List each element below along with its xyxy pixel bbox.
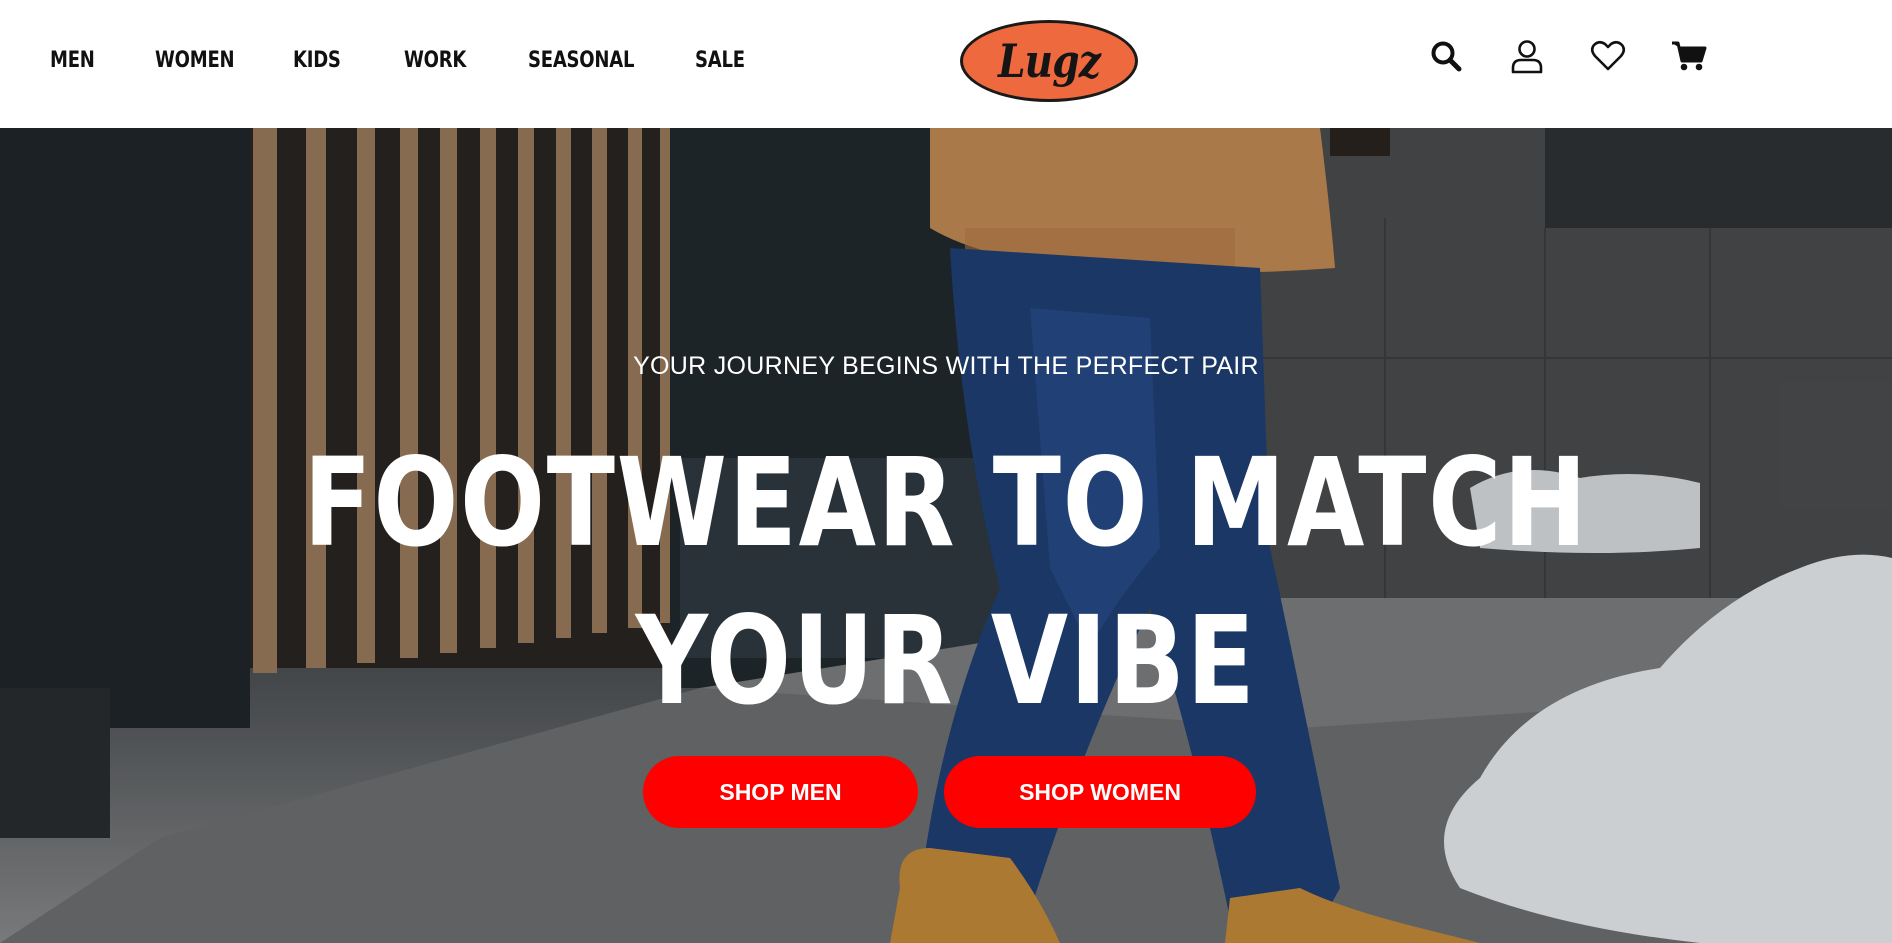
nav-item-work[interactable]: WORK — [404, 48, 480, 73]
nav-item-seasonal[interactable]: SEASONAL — [528, 48, 658, 73]
hero-content: YOUR JOURNEY BEGINS WITH THE PERFECT PAI… — [0, 128, 1892, 943]
nav-link-women[interactable]: WOMEN — [155, 48, 235, 73]
nav-item-kids[interactable]: KIDS — [293, 48, 351, 73]
brand-logo-text: Lugz — [997, 34, 1101, 88]
cart-icon[interactable] — [1669, 36, 1709, 76]
nav-item-sale[interactable]: SALE — [695, 48, 756, 73]
search-icon[interactable] — [1426, 36, 1466, 76]
hero-tagline: YOUR JOURNEY BEGINS WITH THE PERFECT PAI… — [633, 352, 1259, 380]
account-icon[interactable] — [1507, 36, 1547, 76]
nav-link-kids[interactable]: KIDS — [293, 48, 341, 73]
nav-link-men[interactable]: MEN — [50, 48, 95, 73]
hero-headline: FOOTWEAR TO MATCH YOUR VIBE — [0, 424, 1892, 740]
nav-link-seasonal[interactable]: SEASONAL — [528, 48, 634, 73]
shop-men-button[interactable]: SHOP MEN — [643, 756, 918, 828]
shop-women-button[interactable]: SHOP WOMEN — [944, 756, 1256, 828]
nav-link-sale[interactable]: SALE — [695, 48, 745, 73]
hero-headline-line-1: FOOTWEAR TO MATCH — [303, 432, 1589, 574]
wishlist-heart-icon[interactable] — [1588, 36, 1628, 76]
nav-item-women[interactable]: WOMEN — [155, 48, 252, 73]
hero-banner: YOUR JOURNEY BEGINS WITH THE PERFECT PAI… — [0, 128, 1892, 943]
site-header: MEN WOMEN KIDS WORK SEASONAL SALE Lugz — [0, 0, 1892, 128]
nav-link-work[interactable]: WORK — [404, 48, 466, 73]
hero-headline-line-2: YOUR VIBE — [635, 590, 1257, 732]
brand-logo[interactable]: Lugz — [960, 20, 1138, 102]
nav-item-men[interactable]: MEN — [50, 48, 104, 73]
